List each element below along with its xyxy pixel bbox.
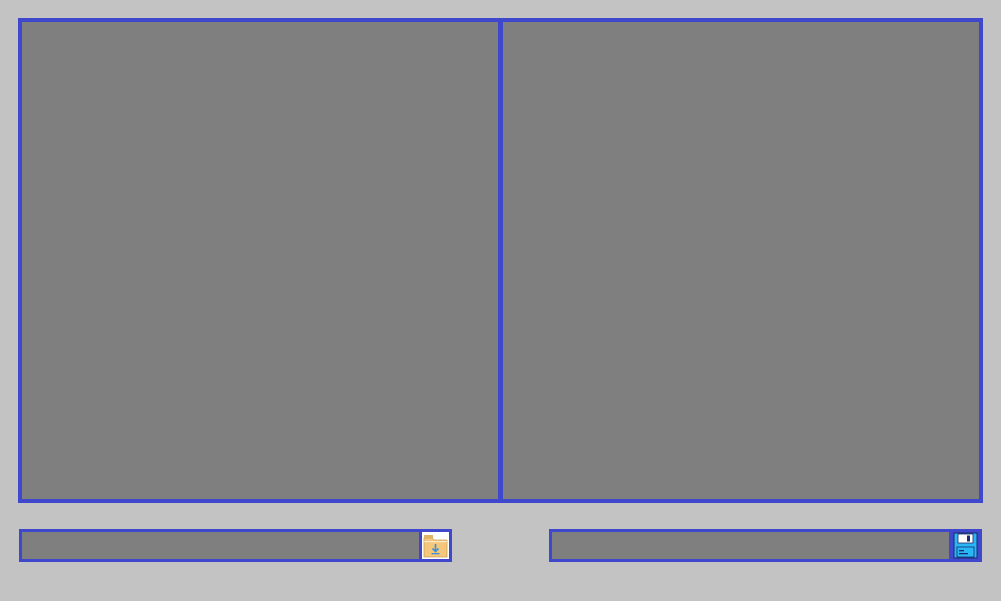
folder-download-icon <box>423 535 448 558</box>
open-file-field <box>19 529 452 562</box>
split-pane-container <box>18 18 983 503</box>
right-pane[interactable] <box>503 22 979 499</box>
open-file-button[interactable] <box>419 532 449 559</box>
floppy-disk-save-icon <box>953 532 978 559</box>
save-path-input[interactable] <box>552 532 949 559</box>
save-file-button[interactable] <box>949 532 979 559</box>
save-file-field <box>549 529 982 562</box>
open-path-input[interactable] <box>22 532 419 559</box>
left-pane[interactable] <box>22 22 498 499</box>
